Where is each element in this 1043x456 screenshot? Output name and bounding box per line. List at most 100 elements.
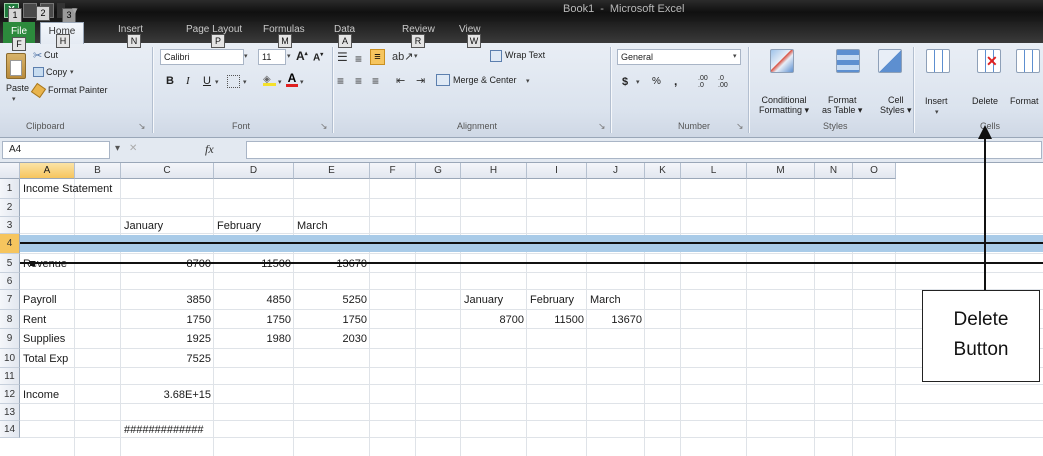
paste-dropdown-icon[interactable]: ▾	[12, 95, 16, 103]
name-box-dropdown-icon[interactable]: ▾	[115, 143, 120, 154]
cell-d7[interactable]: 4850	[214, 293, 291, 307]
formula-input[interactable]	[246, 141, 1042, 159]
italic-button[interactable]: I	[186, 75, 190, 87]
cell-e8[interactable]: 1750	[294, 313, 367, 327]
cell-d9[interactable]: 1980	[214, 332, 291, 346]
format-painter-button[interactable]: Format Painter	[48, 85, 108, 95]
orientation-icon[interactable]: ab↗	[392, 50, 413, 63]
row-header-4[interactable]: 4	[0, 234, 20, 254]
underline-button[interactable]: U	[203, 75, 211, 87]
wrap-text-button[interactable]: Wrap Text	[505, 50, 545, 60]
format-as-table-icon[interactable]	[836, 49, 860, 73]
bold-button[interactable]: B	[166, 75, 174, 87]
cell-c12[interactable]: 3.68E+15	[121, 388, 211, 402]
column-header-m[interactable]: M	[747, 163, 815, 179]
select-all-corner[interactable]	[0, 163, 20, 179]
column-header-o[interactable]: O	[853, 163, 896, 179]
cell-e7[interactable]: 5250	[294, 293, 367, 307]
number-launcher-icon[interactable]: ↘	[736, 121, 744, 132]
cell-i8[interactable]: 11500	[527, 313, 584, 327]
conditional-formatting-icon[interactable]	[770, 49, 794, 73]
currency-button[interactable]: $	[622, 76, 628, 88]
row-header-12[interactable]: 12	[0, 385, 20, 404]
row-header-7[interactable]: 7	[0, 290, 20, 310]
cell-h8[interactable]: 8700	[461, 313, 524, 327]
font-name-dropdown-icon[interactable]: ▾	[244, 52, 248, 60]
cell-a8[interactable]: Rent	[23, 313, 46, 327]
cell-c7[interactable]: 3850	[121, 293, 211, 307]
font-launcher-icon[interactable]: ↘	[320, 121, 328, 132]
row-header-10[interactable]: 10	[0, 349, 20, 368]
wrap-text-icon[interactable]	[490, 50, 502, 62]
underline-dropdown-icon[interactable]: ▾	[215, 78, 219, 86]
font-color-icon[interactable]: A	[286, 72, 298, 87]
cell-j7[interactable]: March	[590, 293, 621, 307]
row-header-5[interactable]: 5	[0, 254, 20, 273]
font-name-box[interactable]: Calibri	[160, 49, 244, 65]
decrease-decimal-button[interactable]: .0.00	[718, 75, 728, 89]
row-header-8[interactable]: 8	[0, 310, 20, 329]
comma-button[interactable]: ,	[674, 74, 677, 88]
borders-icon[interactable]	[227, 75, 240, 88]
row-header-1[interactable]: 1	[0, 179, 20, 199]
merge-center-button[interactable]: Merge & Center	[453, 75, 517, 85]
currency-dropdown-icon[interactable]: ▾	[636, 78, 640, 86]
column-header-a[interactable]: A	[20, 163, 75, 179]
fill-handle[interactable]	[30, 261, 35, 266]
alignment-launcher-icon[interactable]: ↘	[598, 121, 606, 132]
name-box[interactable]: A4	[2, 141, 110, 159]
align-left-icon[interactable]: ≡	[337, 74, 344, 88]
copy-button[interactable]: Copy	[46, 67, 67, 77]
column-header-j[interactable]: J	[587, 163, 645, 179]
align-center-icon[interactable]: ≡	[355, 74, 362, 88]
insert-dropdown-icon[interactable]: ▾	[935, 108, 939, 116]
align-right-icon[interactable]: ≡	[372, 74, 379, 88]
delete-cells-button[interactable]: Delete	[972, 96, 998, 106]
row-header-13[interactable]: 13	[0, 404, 20, 421]
column-header-k[interactable]: K	[645, 163, 681, 179]
insert-cells-icon[interactable]	[926, 49, 950, 73]
increase-decimal-button[interactable]: .00.0	[698, 75, 708, 89]
borders-dropdown-icon[interactable]: ▾	[243, 78, 247, 86]
merge-center-icon[interactable]	[436, 74, 450, 86]
fill-color-icon[interactable]: ◈	[263, 74, 276, 86]
format-painter-icon[interactable]	[30, 82, 47, 99]
cell-c9[interactable]: 1925	[121, 332, 211, 346]
cell-styles-button[interactable]: Cell Styles ▾	[880, 95, 912, 115]
cell-e9[interactable]: 2030	[294, 332, 367, 346]
column-header-e[interactable]: E	[294, 163, 370, 179]
cell-a9[interactable]: Supplies	[23, 332, 65, 346]
font-size-box[interactable]: 11	[258, 49, 286, 65]
insert-function-icon[interactable]: fx	[205, 142, 214, 157]
font-size-dropdown-icon[interactable]: ▾	[287, 52, 291, 60]
row-header-6[interactable]: 6	[0, 273, 20, 290]
orientation-dropdown-icon[interactable]: ▾	[414, 52, 418, 60]
column-header-n[interactable]: N	[815, 163, 853, 179]
conditional-formatting-button[interactable]: Conditional Formatting ▾	[759, 95, 809, 115]
copy-icon[interactable]	[33, 67, 44, 77]
column-header-l[interactable]: L	[681, 163, 747, 179]
qat-customize-icon[interactable]: ▾	[72, 4, 78, 17]
number-format-box[interactable]: General	[617, 49, 741, 65]
cell-c8[interactable]: 1750	[121, 313, 211, 327]
cell-a1[interactable]: Income Statement	[23, 182, 112, 196]
copy-dropdown-icon[interactable]: ▾	[70, 68, 74, 76]
format-cells-icon[interactable]	[1016, 49, 1040, 73]
column-header-b[interactable]: B	[75, 163, 121, 179]
column-header-h[interactable]: H	[461, 163, 527, 179]
format-as-table-button[interactable]: Format as Table ▾	[822, 95, 862, 115]
column-header-g[interactable]: G	[416, 163, 461, 179]
number-format-dropdown-icon[interactable]: ▾	[733, 52, 737, 60]
spreadsheet-grid[interactable]: ABCDEFGHIJKLMNO 1 2 3 4 5 6 7 8 9 10 11 12 13 14 Inco…	[0, 163, 1043, 456]
cell-h7[interactable]: January	[464, 293, 503, 307]
top-align-icon[interactable]: ☰	[337, 50, 348, 64]
paste-button[interactable]: Paste	[6, 83, 29, 93]
row-header-9[interactable]: 9	[0, 329, 20, 349]
cut-icon[interactable]: ✂	[33, 49, 42, 62]
cell-i7[interactable]: February	[530, 293, 574, 307]
cell-d8[interactable]: 1750	[214, 313, 291, 327]
cell-c14[interactable]: #############	[124, 423, 204, 437]
format-cells-button[interactable]: Format	[1010, 96, 1039, 106]
font-color-dropdown-icon[interactable]: ▾	[300, 78, 304, 86]
bottom-align-icon[interactable]: ≡	[370, 49, 385, 65]
